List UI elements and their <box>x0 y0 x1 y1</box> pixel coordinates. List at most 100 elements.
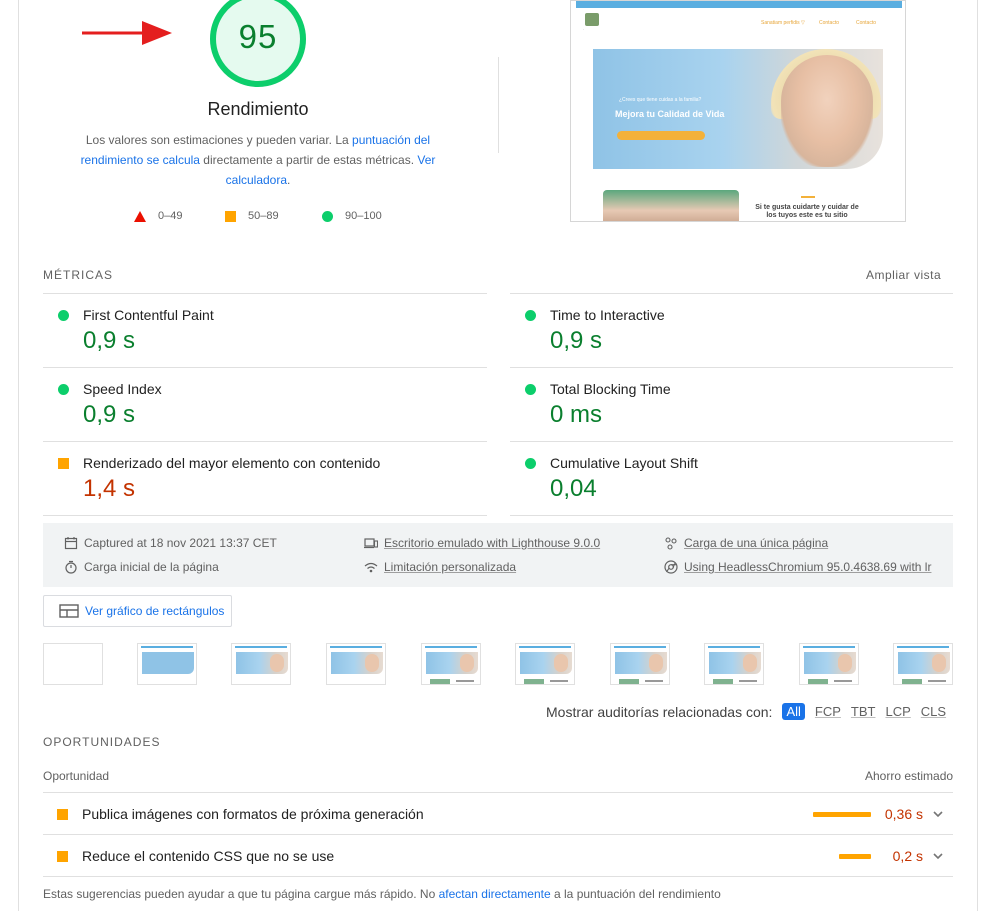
captured-text: Captured at 18 nov 2021 13:37 CET <box>84 536 277 550</box>
gauge-description: Los valores son estimaciones y pueden va… <box>76 130 440 190</box>
metric-label: Renderizado del mayor elemento con conte… <box>83 455 381 471</box>
throttling-text: Limitación personalizada <box>384 560 517 574</box>
filmstrip-frame[interactable] <box>893 643 953 685</box>
metric-speed-index: Speed Index 0,9 s <box>43 368 487 442</box>
hero-title: Mejora tu Calidad de Vida <box>615 109 725 119</box>
filter-chip-cls[interactable]: CLS <box>921 704 946 719</box>
expand-view-toggle[interactable]: Ampliar vista <box>866 268 941 282</box>
site-logo-icon <box>585 13 599 26</box>
metric-label: Total Blocking Time <box>550 381 671 397</box>
filmstrip-frame[interactable] <box>610 643 670 685</box>
runtime-browser[interactable]: Using HeadlessChromium 95.0.4638.69 with… <box>664 560 931 574</box>
average-square-icon <box>225 210 236 222</box>
pass-circle-icon <box>525 458 536 469</box>
metric-label: Cumulative Layout Shift <box>550 455 698 471</box>
runtime-settings-box <box>43 523 953 587</box>
screenshot-lower-image <box>603 190 739 221</box>
metric-value: 0,9 s <box>83 327 136 354</box>
legend-pass-label: 90–100 <box>345 210 382 222</box>
savings-column-header: Ahorro estimado <box>865 769 954 783</box>
chevron-down-icon[interactable] <box>931 807 945 821</box>
screenshot-hero: ¿Crees que tiene cuidas a la familia? Me… <box>593 49 883 169</box>
runtime-device[interactable]: Escritorio emulado with Lighthouse 9.0.0 <box>364 536 600 550</box>
pass-circle-icon <box>322 210 333 222</box>
screenshot-nav-3: Contacto <box>856 20 877 26</box>
filter-chip-tbt[interactable]: TBT <box>851 704 876 719</box>
metric-value: 0,9 s <box>83 401 136 428</box>
legend-pass: 90–100 <box>322 210 382 222</box>
savings-bar <box>839 854 871 859</box>
metric-value: 0 ms <box>550 401 603 428</box>
site-logo-text: · <box>583 27 585 32</box>
filmstrip-frame[interactable] <box>704 643 764 685</box>
opportunity-label: Publica imágenes con formatos de próxima… <box>82 806 424 822</box>
screenshot-nav-2: Contacto <box>819 20 840 26</box>
chrome-icon <box>664 560 678 574</box>
metric-largest-contentful-paint: Renderizado del mayor elemento con conte… <box>43 442 487 516</box>
fail-triangle-icon <box>134 210 146 222</box>
runtime-single-page[interactable]: Carga de una única página <box>664 536 828 550</box>
savings-value: 0,2 s <box>892 848 923 864</box>
audit-filter: Mostrar auditorías relacionadas con: All… <box>546 703 946 720</box>
metric-label: Speed Index <box>83 381 162 397</box>
filmstrip-frame-blank[interactable] <box>43 643 103 685</box>
legend-fail-label: 0–49 <box>158 210 183 222</box>
pass-circle-icon <box>58 310 69 321</box>
chevron-down-icon[interactable] <box>931 849 945 863</box>
legend-fail: 0–49 <box>134 210 182 222</box>
performance-score: 95 <box>238 18 278 55</box>
filmstrip-frame[interactable] <box>421 643 481 685</box>
runtime-initial-load: Carga inicial de la página <box>64 560 219 574</box>
view-treemap-button[interactable]: Ver gráfico de rectángulos <box>43 595 232 627</box>
devices-icon <box>364 538 378 549</box>
calendar-icon <box>64 537 78 550</box>
filmstrip-frame[interactable] <box>799 643 859 685</box>
runtime-throttling[interactable]: Limitación personalizada <box>364 560 516 574</box>
metric-total-blocking-time: Total Blocking Time 0 ms <box>510 368 954 442</box>
metric-value: 0,9 s <box>550 327 603 354</box>
opportunity-next-gen-images[interactable]: Publica imágenes con formatos de próxima… <box>43 793 953 835</box>
metric-time-to-interactive: Time to Interactive 0,9 s <box>510 294 954 368</box>
filter-label: Mostrar auditorías relacionadas con: <box>546 703 773 720</box>
opportunity-label: Reduce el contenido CSS que no se use <box>82 848 335 864</box>
filmstrip-frame[interactable] <box>515 643 575 685</box>
screenshot-nav-1: Sanatiam perfidis ▽ <box>761 20 805 26</box>
final-screenshot[interactable]: · Sanatiam perfidis ▽ Contacto Contacto … <box>570 0 906 222</box>
legend-average: 50–89 <box>225 210 279 222</box>
opportunity-column-header: Oportunidad <box>43 769 110 783</box>
opportunity-unused-css[interactable]: Reduce el contenido CSS que no se use 0,… <box>43 835 953 877</box>
filmstrip-frame[interactable] <box>137 643 197 685</box>
filter-chip-fcp[interactable]: FCP <box>815 704 841 719</box>
footnote-text-2: a la puntuación del rendimiento <box>550 887 721 901</box>
opportunities-footnote: Estas sugerencias pueden ayudar a que tu… <box>43 887 721 901</box>
screenshot-top-bar <box>576 1 902 8</box>
metric-value: 0,04 <box>550 475 597 502</box>
filmstrip-frame[interactable] <box>326 643 386 685</box>
affect-directly-link[interactable]: afectan directamente <box>439 887 551 901</box>
metric-cumulative-layout-shift: Cumulative Layout Shift 0,04 <box>510 442 954 516</box>
screenshot-accent-line <box>801 196 815 198</box>
savings-bar <box>813 812 871 817</box>
opportunities-section-title: OPORTUNIDADES <box>43 735 161 749</box>
pass-circle-icon <box>525 384 536 395</box>
desc-text-2: directamente a partir de estas métricas. <box>199 153 418 167</box>
filmstrip-frame[interactable] <box>231 643 291 685</box>
average-square-icon <box>58 458 69 469</box>
desc-text-3: . <box>287 173 291 187</box>
pass-circle-icon <box>525 310 536 321</box>
browser-text: Using HeadlessChromium 95.0.4638.69 with… <box>684 560 932 574</box>
footnote-text-1: Estas sugerencias pueden ayudar a que tu… <box>43 887 439 901</box>
gauge-title: Rendimiento <box>207 99 309 119</box>
filter-chip-lcp[interactable]: LCP <box>885 704 910 719</box>
legend-average-label: 50–89 <box>248 210 279 222</box>
treemap-icon <box>59 604 79 618</box>
single-page-text: Carga de una única página <box>684 536 829 550</box>
savings-value: 0,36 s <box>884 806 923 822</box>
filter-chip-all[interactable]: All <box>782 703 805 720</box>
hero-face-shape <box>781 55 873 167</box>
wifi-icon <box>364 562 378 573</box>
hero-small-text: ¿Crees que tiene cuidas a la familia? <box>619 97 702 103</box>
desc-text-1: Los valores son estimaciones y pueden va… <box>85 133 353 147</box>
nodes-icon <box>665 537 677 550</box>
initial-load-text: Carga inicial de la página <box>84 560 219 574</box>
